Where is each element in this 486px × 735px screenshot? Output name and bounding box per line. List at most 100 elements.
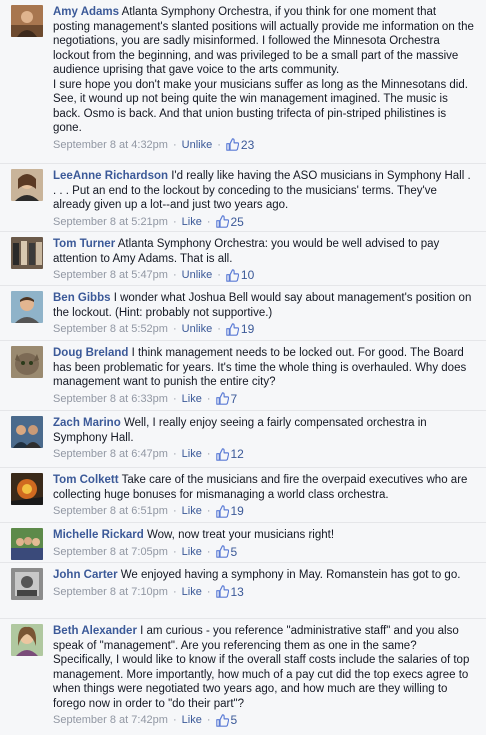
thumbs-up-icon	[215, 392, 229, 406]
avatar-photo-icon	[11, 568, 43, 600]
comment-author-link[interactable]: John Carter	[53, 569, 118, 581]
comment-timestamp[interactable]: September 8 at 6:51pm	[53, 504, 168, 519]
comment-timestamp[interactable]: September 8 at 5:52pm	[53, 322, 168, 337]
like-count[interactable]: 5	[215, 544, 238, 560]
comment-timestamp[interactable]: September 8 at 7:10pm	[53, 585, 168, 600]
comment-text: Wow, now treat your musicians right!	[146, 529, 335, 541]
like-count[interactable]: 12	[215, 447, 244, 462]
like-count[interactable]: 25	[215, 215, 244, 230]
comment: Tom Turner Atlanta Symphony Orchestra: y…	[0, 231, 486, 285]
comment-text: I wonder what Joshua Bell would say abou…	[53, 292, 475, 319]
comment-timestamp[interactable]: September 8 at 5:47pm	[53, 268, 168, 283]
comment-timestamp[interactable]: September 8 at 5:21pm	[53, 215, 168, 230]
like-button[interactable]: Like	[182, 585, 202, 600]
comment-author-link[interactable]: LeeAnne Richardson	[53, 170, 168, 182]
avatar-photo-icon	[11, 237, 43, 269]
comment: LeeAnne Richardson I'd really like havin…	[0, 163, 486, 231]
comment-timestamp[interactable]: September 8 at 6:33pm	[53, 392, 168, 407]
like-count-value: 5	[230, 713, 238, 727]
avatar[interactable]	[11, 473, 43, 505]
separator-dot: ·	[206, 392, 211, 405]
separator-dot: ·	[206, 714, 211, 726]
comment: Tom Colkett Take care of the musicians a…	[0, 467, 486, 522]
comment: Michelle Rickard Wow, now treat your mus…	[0, 522, 486, 562]
thumbs-up-icon	[215, 713, 229, 727]
comment-text: Atlanta Symphony Orchestra, if you think…	[53, 6, 474, 134]
avatar[interactable]	[11, 624, 43, 656]
like-button[interactable]: Like	[182, 392, 202, 407]
like-count[interactable]: 13	[215, 584, 244, 600]
comment: Amy Adams Atlanta Symphony Orchestra, if…	[0, 0, 486, 163]
avatar[interactable]	[11, 169, 43, 201]
unlike-button[interactable]: Unlike	[182, 322, 213, 337]
comment: Zach Marino Well, I really enjoy seeing …	[0, 410, 486, 467]
separator-dot: ·	[172, 585, 177, 598]
comment: Beth Alexander I am curious - you refere…	[0, 618, 486, 735]
avatar[interactable]	[11, 237, 43, 269]
thumbs-up-icon	[215, 215, 229, 229]
comment-author-link[interactable]: Michelle Rickard	[53, 529, 144, 541]
avatar-photo-icon	[11, 5, 43, 37]
comment: John Carter We enjoyed having a symphony…	[0, 562, 486, 618]
like-count[interactable]: 19	[215, 504, 244, 519]
like-button[interactable]: Like	[182, 447, 202, 462]
like-count-value: 5	[230, 544, 238, 559]
comment-timestamp[interactable]: September 8 at 7:42pm	[53, 713, 168, 728]
like-count[interactable]: 7	[215, 391, 238, 407]
avatar-photo-icon	[11, 473, 43, 505]
like-count-value: 12	[230, 447, 244, 461]
separator-dot: ·	[172, 448, 177, 460]
comment-author-link[interactable]: Amy Adams	[53, 6, 119, 18]
separator-dot: ·	[217, 269, 221, 281]
like-count[interactable]: 10	[226, 268, 254, 283]
thumbs-up-icon	[215, 585, 229, 599]
comment-author-link[interactable]: Tom Colkett	[53, 474, 119, 486]
separator-dot: ·	[172, 323, 177, 335]
like-button[interactable]: Like	[182, 545, 202, 560]
comment-timestamp[interactable]: September 8 at 4:32pm	[53, 138, 168, 153]
like-count-value: 23	[240, 137, 255, 152]
like-count[interactable]: 23	[226, 138, 254, 153]
avatar[interactable]	[11, 291, 43, 323]
separator-dot: ·	[206, 545, 211, 558]
like-button[interactable]: Like	[182, 504, 202, 519]
comment-author-link[interactable]: Ben Gibbs	[53, 292, 111, 304]
comment-timestamp[interactable]: September 8 at 6:47pm	[53, 447, 168, 462]
comment-feed: Amy Adams Atlanta Symphony Orchestra, if…	[0, 0, 486, 735]
comment-author-link[interactable]: Zach Marino	[53, 417, 121, 429]
comment-author-link[interactable]: Beth Alexander	[53, 625, 137, 637]
like-count[interactable]: 5	[215, 713, 238, 728]
unlike-button[interactable]: Unlike	[182, 268, 213, 283]
comment-author-link[interactable]: Tom Turner	[53, 238, 115, 250]
avatar[interactable]	[11, 346, 43, 378]
separator-dot: ·	[172, 714, 177, 726]
separator-dot: ·	[206, 215, 211, 228]
like-button[interactable]: Like	[182, 713, 202, 728]
separator-dot: ·	[206, 585, 211, 598]
avatar-photo-icon	[11, 624, 43, 656]
like-count-value: 13	[230, 584, 244, 599]
comment-text: I am curious - you reference "administra…	[53, 625, 473, 710]
avatar-photo-icon	[11, 416, 43, 448]
avatar[interactable]	[11, 416, 43, 448]
comment-author-link[interactable]: Doug Breland	[53, 347, 128, 359]
thumbs-up-icon	[226, 268, 239, 282]
avatar-photo-icon	[11, 528, 43, 560]
separator-dot: ·	[217, 138, 221, 151]
unlike-button[interactable]: Unlike	[182, 138, 213, 153]
comment-timestamp[interactable]: September 8 at 7:05pm	[53, 545, 168, 560]
avatar[interactable]	[11, 5, 43, 37]
avatar-photo-icon	[11, 291, 43, 323]
thumbs-up-icon	[226, 138, 239, 152]
like-count-value: 19	[230, 504, 244, 518]
separator-dot: ·	[172, 505, 177, 517]
like-button[interactable]: Like	[182, 215, 202, 230]
like-count[interactable]: 19	[226, 322, 254, 337]
separator-dot: ·	[172, 215, 177, 228]
avatar-photo-icon	[11, 169, 43, 201]
thumbs-up-icon	[226, 322, 239, 336]
avatar[interactable]	[11, 568, 43, 600]
avatar-photo-icon	[11, 346, 43, 378]
like-count-value: 7	[230, 391, 238, 406]
avatar[interactable]	[11, 528, 43, 560]
